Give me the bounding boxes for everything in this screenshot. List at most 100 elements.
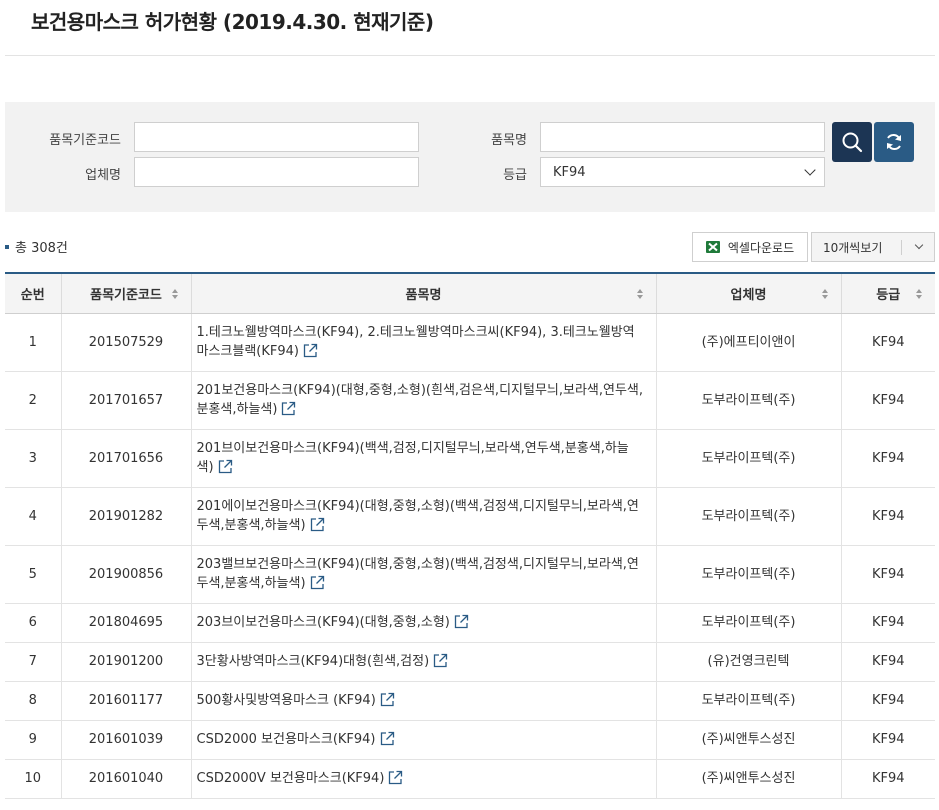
- header-grade[interactable]: 등급: [840, 273, 935, 314]
- grade-select[interactable]: KF94: [540, 157, 825, 187]
- table-header-row: 순번 품목기준코드 품목명 업체명 등급: [5, 273, 935, 314]
- header-no-label: 순번: [20, 287, 45, 303]
- cell-code: 201507529: [60, 313, 191, 372]
- cell-company: 도부라이프텍(주): [655, 681, 841, 721]
- external-link-icon[interactable]: [310, 575, 325, 590]
- refresh-button[interactable]: [874, 122, 914, 162]
- search-icon: [842, 132, 863, 153]
- external-link-icon[interactable]: [380, 692, 395, 707]
- header-grade-label: 등급: [876, 287, 901, 303]
- cell-code: 201701657: [60, 371, 191, 430]
- cell-code: 201901282: [60, 487, 191, 546]
- cell-name: 203브이보건용마스크(KF94)(대형,중형,소형): [190, 603, 656, 643]
- product-name-link[interactable]: 201에이보건용마스크(KF94)(대형,중형,소형)(백색,검정색,디지털무늬…: [197, 499, 639, 533]
- product-name-link[interactable]: 201보건용마스크(KF94)(대형,중형,소형)(흰색,검은색,디지털무늬,보…: [197, 383, 644, 417]
- product-name-link[interactable]: CSD2000 보건용마스크(KF94): [197, 732, 376, 747]
- title-divider: [5, 55, 935, 56]
- header-code[interactable]: 품목기준코드: [60, 273, 191, 314]
- excel-download-label: 엑셀다운로드: [727, 240, 795, 255]
- cell-company: (주)씨앤투스성진: [655, 720, 841, 760]
- header-company[interactable]: 업체명: [655, 273, 841, 314]
- company-input[interactable]: [134, 157, 419, 187]
- cell-name: 1.테크노웰방역마스크(KF94), 2.테크노웰방역마스크씨(KF94), 3…: [190, 313, 656, 372]
- product-name-link[interactable]: 203브이보건용마스크(KF94)(대형,중형,소형): [197, 615, 450, 630]
- header-name[interactable]: 품목명: [190, 273, 656, 314]
- product-name-link[interactable]: 3단황사방역마스크(KF94)대형(흰색,검정): [197, 654, 430, 669]
- header-name-label: 품목명: [405, 287, 442, 303]
- table-row: 10 201601040 CSD2000V 보건용마스크(KF94) (주)씨앤투스성…: [5, 759, 935, 799]
- name-label: 품목명: [491, 133, 527, 148]
- product-name-link[interactable]: 203밸브보건용마스크(KF94)(대형,중형,소형)(백색,검정색,디지털무늬…: [197, 557, 639, 591]
- cell-code: 201701656: [60, 429, 191, 488]
- cell-company: 도부라이프텍(주): [655, 371, 841, 430]
- product-name-link[interactable]: 201브이보건용마스크(KF94)(백색,검정,디지털무늬,보라색,연두색,분홍…: [197, 441, 629, 475]
- cell-no: 10: [5, 759, 61, 799]
- cell-grade: KF94: [840, 313, 935, 372]
- sort-icon: [916, 289, 922, 299]
- sort-icon: [636, 289, 643, 299]
- cell-company: 도부라이프텍(주): [655, 545, 841, 604]
- total-count-text: 총 308건: [15, 241, 68, 256]
- external-link-icon[interactable]: [454, 614, 469, 629]
- cell-code: 201901200: [60, 642, 191, 682]
- table-row: 5 201900856 203밸브보건용마스크(KF94)(대형,중형,소형)(백색…: [5, 545, 935, 604]
- cell-grade: KF94: [840, 759, 935, 799]
- cell-no: 5: [5, 545, 61, 604]
- product-name-link[interactable]: CSD2000V 보건용마스크(KF94): [197, 771, 385, 786]
- cell-company: 도부라이프텍(주): [655, 429, 841, 488]
- cell-name: 500황사및방역용마스크 (KF94): [190, 681, 656, 721]
- table-row: 2 201701657 201보건용마스크(KF94)(대형,중형,소형)(흰색,검…: [5, 371, 935, 430]
- cell-grade: KF94: [840, 720, 935, 760]
- product-name-link[interactable]: 500황사및방역용마스크 (KF94): [197, 693, 376, 708]
- cell-code: 201601177: [60, 681, 191, 721]
- cell-code: 201601040: [60, 759, 191, 799]
- cell-grade: KF94: [840, 371, 935, 430]
- table-row: 6 201804695 203브이보건용마스크(KF94)(대형,중형,소형) 도부라…: [5, 603, 935, 643]
- header-company-label: 업체명: [730, 287, 767, 303]
- cell-grade: KF94: [840, 642, 935, 682]
- external-link-icon[interactable]: [303, 343, 318, 358]
- external-link-icon[interactable]: [218, 459, 233, 474]
- cell-no: 3: [5, 429, 61, 488]
- search-button[interactable]: [832, 122, 872, 162]
- per-page-divider: [901, 240, 902, 255]
- cell-company: (유)건영크린텍: [655, 642, 841, 682]
- external-link-icon[interactable]: [310, 517, 325, 532]
- grade-select-value: KF94: [553, 164, 586, 180]
- excel-icon: [705, 241, 720, 253]
- cell-no: 6: [5, 603, 61, 643]
- header-no: 순번: [5, 273, 61, 314]
- code-input[interactable]: [134, 122, 419, 152]
- cell-name: 3단황사방역마스크(KF94)대형(흰색,검정): [190, 642, 656, 682]
- per-page-select[interactable]: 10개씩보기: [811, 232, 935, 262]
- external-link-icon[interactable]: [388, 770, 403, 785]
- external-link-icon[interactable]: [281, 401, 296, 416]
- per-page-label: 10개씩보기: [823, 240, 883, 255]
- cell-company: (주)에프티이앤이: [655, 313, 841, 372]
- grade-label: 등급: [503, 168, 527, 183]
- cell-name: 201에이보건용마스크(KF94)(대형,중형,소형)(백색,검정색,디지털무늬…: [190, 487, 656, 546]
- cell-no: 4: [5, 487, 61, 546]
- product-name-link[interactable]: 1.테크노웰방역마스크(KF94), 2.테크노웰방역마스크씨(KF94), 3…: [197, 325, 635, 359]
- total-count: 총 308건: [5, 237, 68, 256]
- name-input[interactable]: [540, 122, 825, 152]
- cell-no: 8: [5, 681, 61, 721]
- cell-code: 201804695: [60, 603, 191, 643]
- cell-code: 201601039: [60, 720, 191, 760]
- cell-no: 1: [5, 313, 61, 372]
- table-row: 7 201901200 3단황사방역마스크(KF94)대형(흰색,검정) (유)건영크…: [5, 642, 935, 682]
- cell-name: CSD2000 보건용마스크(KF94): [190, 720, 656, 760]
- sort-icon: [171, 289, 178, 299]
- chevron-down-icon: [804, 164, 816, 176]
- chevron-down-icon: [914, 240, 924, 250]
- sort-icon: [821, 289, 828, 299]
- cell-company: (주)씨앤투스성진: [655, 759, 841, 799]
- external-link-icon[interactable]: [380, 731, 395, 746]
- cell-no: 7: [5, 642, 61, 682]
- table-row: 4 201901282 201에이보건용마스크(KF94)(대형,중형,소형)(백색…: [5, 487, 935, 546]
- page-title: 보건용마스크 허가현황 (2019.4.30. 현재기준): [31, 10, 434, 34]
- external-link-icon[interactable]: [433, 653, 448, 668]
- excel-download-button[interactable]: 엑셀다운로드: [692, 232, 808, 262]
- cell-grade: KF94: [840, 429, 935, 488]
- table-row: 9 201601039 CSD2000 보건용마스크(KF94) (주)씨앤투스성진 K…: [5, 720, 935, 760]
